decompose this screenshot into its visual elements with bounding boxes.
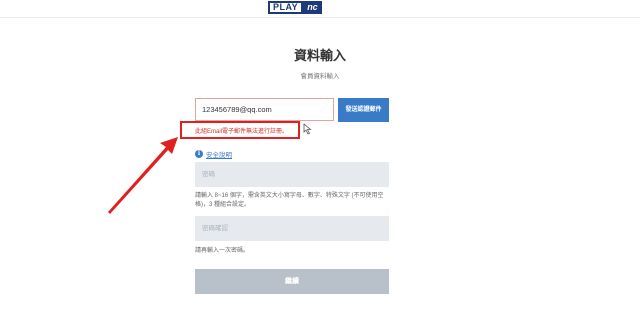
red-arrow-shape: [108, 137, 178, 214]
page-title: 資料輸入: [293, 48, 346, 63]
continue-button[interactable]: 繼續: [195, 269, 389, 294]
email-field[interactable]: [195, 98, 334, 121]
security-info-link[interactable]: 安全說明: [206, 149, 232, 159]
logo-play-text: PLAY: [268, 1, 304, 14]
security-info-row: i 安全說明: [195, 149, 232, 159]
password-confirm-hint: 請再輸入一次密碼。: [195, 248, 250, 254]
send-verification-email-button[interactable]: 發送認證郵件: [338, 98, 389, 122]
logo-nc-text: nc: [303, 1, 322, 14]
top-bar: PLAY nc: [0, 0, 640, 18]
page-subtitle: 會員資料輸入: [300, 73, 340, 80]
password-confirm-field[interactable]: 密碼確認: [195, 216, 389, 241]
cursor-icon: [303, 123, 312, 135]
plaync-logo[interactable]: PLAY nc: [268, 1, 322, 14]
password-hint: 請輸入 8~16 個字，需含英文大小寫字母、數字、特殊文字 (不可使用空格)，3…: [195, 193, 384, 208]
password-field[interactable]: 密碼: [195, 162, 389, 187]
email-error-message: 此組Email電子郵件無法進行註冊。: [195, 129, 289, 135]
info-icon: i: [195, 150, 203, 158]
